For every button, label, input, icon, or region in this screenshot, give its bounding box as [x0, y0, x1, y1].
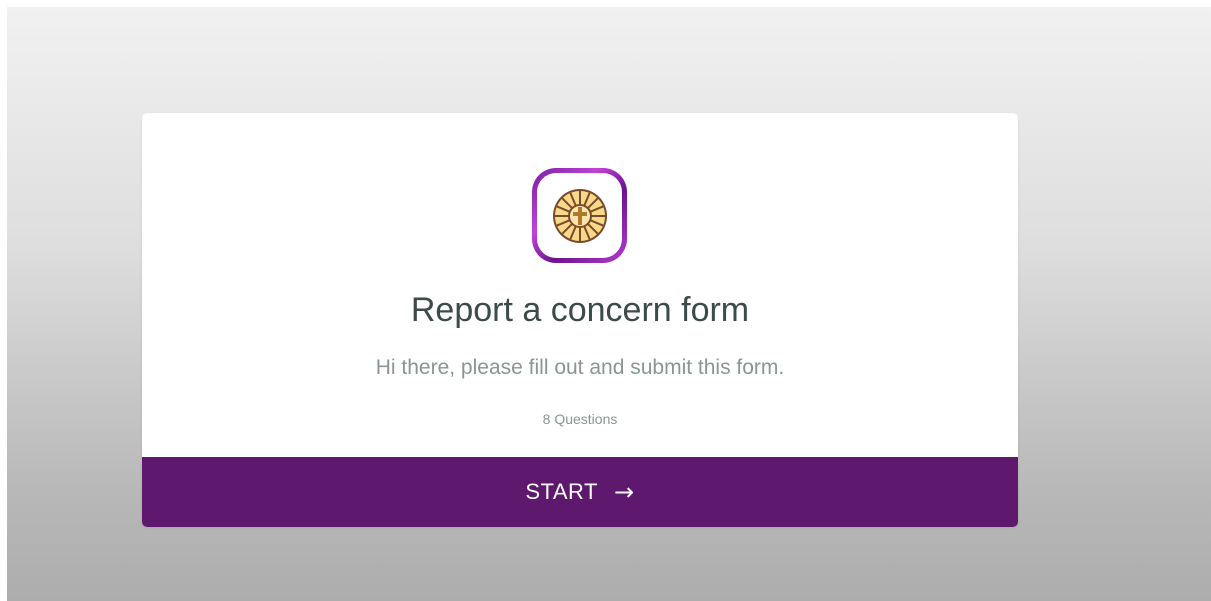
question-count: 8 Questions	[542, 411, 618, 427]
form-logo	[532, 168, 627, 263]
arrow-right-icon: →	[613, 478, 635, 506]
start-button[interactable]: START →	[142, 457, 1018, 527]
start-button-label: START	[525, 479, 598, 504]
stained-glass-cross-icon	[552, 188, 607, 243]
form-title: Report a concern form	[410, 291, 750, 329]
page-background: Report a concern form Hi there, please f…	[7, 7, 1211, 601]
form-welcome-card: Report a concern form Hi there, please f…	[142, 113, 1018, 527]
form-subtitle: Hi there, please fill out and submit thi…	[375, 356, 785, 379]
